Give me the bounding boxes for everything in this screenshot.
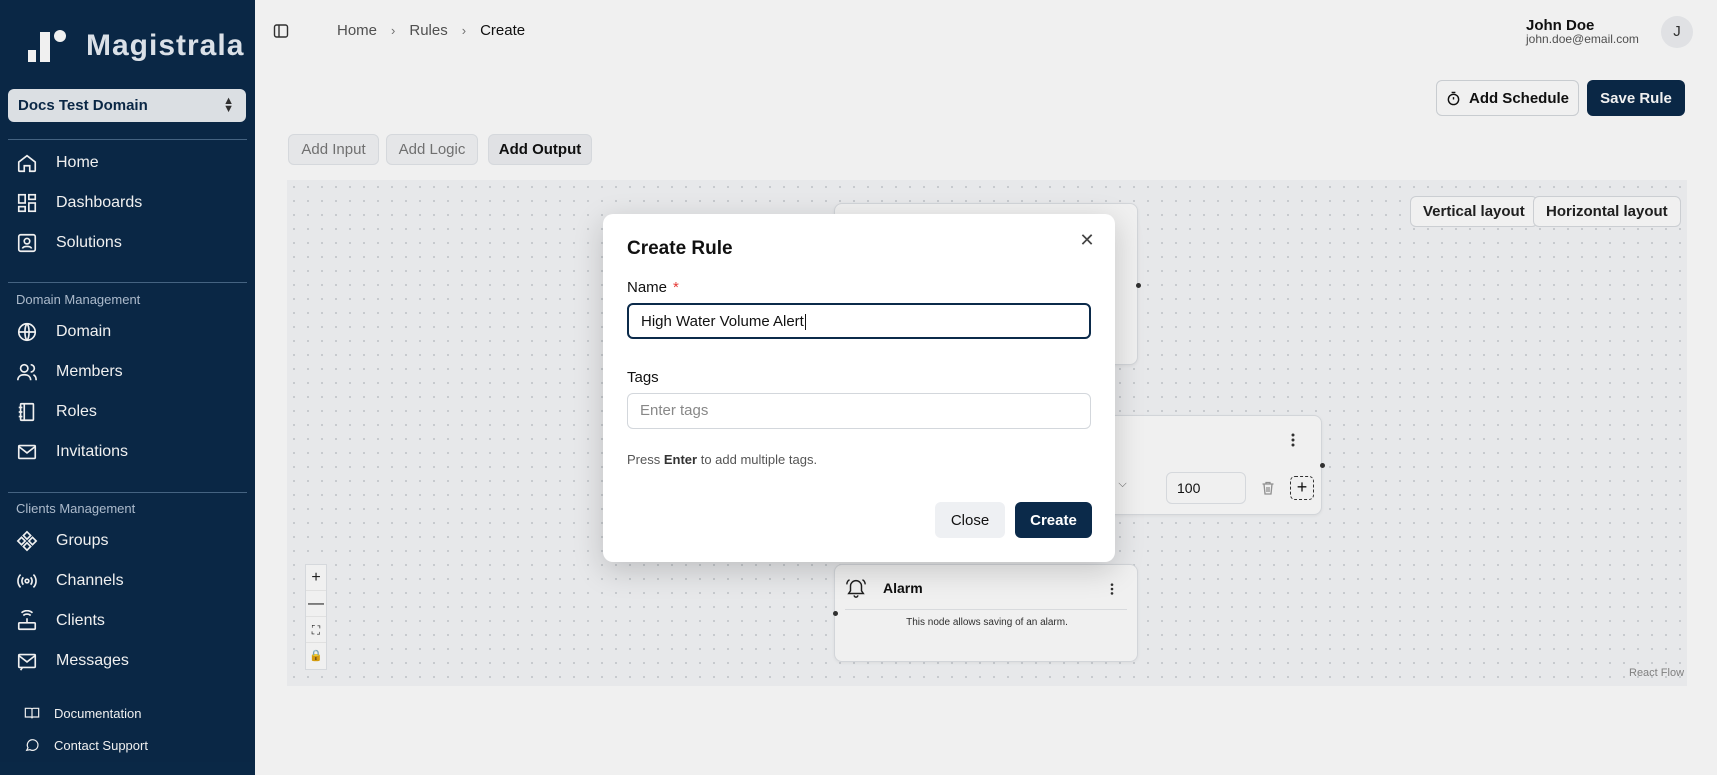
tags-input[interactable]: Enter tags: [627, 393, 1091, 429]
close-button-label: Close: [950, 511, 990, 529]
hint-prefix: Press: [627, 452, 661, 467]
rule-name-input[interactable]: High Water Volume Alert: [627, 303, 1091, 339]
create-rule-dialog: Create Rule ✕ Name * High Water Volume Al…: [603, 214, 1115, 562]
close-button[interactable]: Close: [935, 502, 1005, 538]
text-cursor: [804, 314, 806, 331]
close-icon[interactable]: ✕: [1077, 230, 1097, 250]
name-label: Name *: [627, 279, 679, 296]
required-marker: *: [673, 279, 679, 296]
create-button[interactable]: Create: [1015, 502, 1092, 538]
create-button-label: Create: [1030, 511, 1077, 529]
tags-hint: Press Enter to add multiple tags.: [627, 452, 817, 467]
hint-suffix: to add multiple tags.: [700, 452, 818, 467]
tags-label: Tags: [627, 369, 659, 386]
rule-name-value: High Water Volume Alert: [641, 313, 804, 330]
hint-key: Enter: [663, 452, 698, 467]
dialog-title: Create Rule: [627, 238, 733, 259]
name-label-text: Name: [627, 279, 668, 296]
